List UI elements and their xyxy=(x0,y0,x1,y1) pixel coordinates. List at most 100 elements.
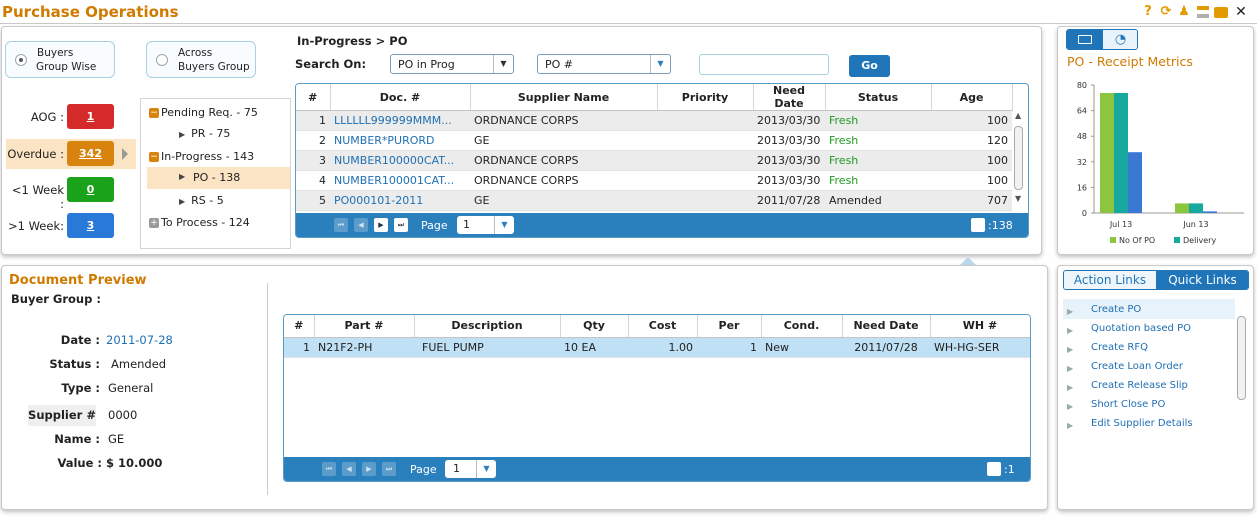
column-header[interactable]: Supplier Name xyxy=(470,84,658,111)
quick-link[interactable]: Short Close PO xyxy=(1091,399,1165,410)
table-row[interactable]: 3 NUMBER100000CAT... ORDNANCE CORPS 2013… xyxy=(296,150,1012,171)
tree-label: To Process - 124 xyxy=(161,216,250,229)
clock-search-icon[interactable]: ◔ xyxy=(1103,30,1137,49)
doc-link[interactable]: PO000101-2011 xyxy=(330,190,470,211)
column-header[interactable]: Description xyxy=(414,315,561,338)
last-page-icon[interactable]: ⏭ xyxy=(394,218,408,232)
tree-node-pending[interactable]: − Pending Req. - 75 xyxy=(149,106,258,119)
table-row[interactable]: 1 N21F2-PH FUEL PUMP 10 EA 1.00 1 New 20… xyxy=(284,337,1030,358)
column-header[interactable]: Need Date xyxy=(753,84,826,111)
refresh-icon[interactable]: ⟳ xyxy=(1158,4,1174,20)
column-header[interactable]: # xyxy=(296,84,331,111)
overdue-count-badge[interactable]: 342 xyxy=(67,141,114,166)
po-grid: # Doc. # Supplier Name Priority Need Dat… xyxy=(295,83,1029,238)
close-icon[interactable]: ✕ xyxy=(1233,4,1249,20)
tree-node-toprocess[interactable]: + To Process - 124 xyxy=(149,216,250,229)
column-header[interactable]: # xyxy=(284,315,315,338)
tree-node-inprogress[interactable]: − In-Progress - 143 xyxy=(149,150,254,163)
po-grid-scrollbar[interactable]: ▲ ▼ xyxy=(1012,109,1026,209)
quick-link[interactable]: Create Release Slip xyxy=(1091,380,1188,391)
prev-page-icon[interactable]: ◀ xyxy=(342,462,356,476)
chevron-down-icon[interactable]: ▼ xyxy=(493,55,513,73)
tab-action-links[interactable]: Action Links xyxy=(1064,271,1156,289)
buyers-group-wise-radio[interactable] xyxy=(15,54,27,66)
column-header[interactable]: Cost xyxy=(628,315,698,338)
page-select[interactable]: 1 ▼ xyxy=(445,460,496,478)
supplier-cell: GE xyxy=(470,130,657,151)
next-page-icon[interactable]: ▶ xyxy=(362,462,376,476)
chevron-down-icon[interactable]: ▼ xyxy=(494,216,514,234)
column-header[interactable]: Age xyxy=(931,84,1013,111)
first-page-icon[interactable]: ⏮ xyxy=(322,462,336,476)
links-scrollbar[interactable] xyxy=(1237,316,1246,400)
quick-link[interactable]: Create PO xyxy=(1091,304,1141,315)
bar-delivery xyxy=(1189,203,1203,213)
scroll-up-icon[interactable]: ▲ xyxy=(1015,111,1021,120)
table-row[interactable]: 1 LLLLLL999999MMM... ORDNANCE CORPS 2013… xyxy=(296,110,1012,131)
doc-link[interactable]: NUMBER100001CAT... xyxy=(330,170,470,191)
caret-right-icon: ▶ xyxy=(1067,421,1074,430)
cost-cell: 1.00 xyxy=(628,337,697,358)
help-icon[interactable]: ? xyxy=(1140,4,1156,20)
quick-link[interactable]: Create Loan Order xyxy=(1091,361,1183,372)
first-page-icon[interactable]: ⏮ xyxy=(334,218,348,232)
search-category-select[interactable]: PO in Prog ▼ xyxy=(390,54,514,74)
tree-node-po[interactable]: ▶ PO - 138 xyxy=(147,167,290,189)
column-header[interactable]: Priority xyxy=(657,84,754,111)
tree-node-pr[interactable]: ▶ PR - 75 xyxy=(179,127,230,140)
column-header[interactable]: Per xyxy=(697,315,762,338)
lt1week-label: <1 Week : xyxy=(11,183,64,211)
search-field-select[interactable]: PO # ▼ xyxy=(537,54,671,74)
prev-page-icon[interactable]: ◀ xyxy=(354,218,368,232)
column-header[interactable]: WH # xyxy=(930,315,1030,338)
scroll-thumb[interactable] xyxy=(1014,126,1023,190)
camera-icon[interactable] xyxy=(1213,4,1229,20)
option-label: Across xyxy=(178,47,213,59)
column-header[interactable]: Cond. xyxy=(761,315,843,338)
date-value[interactable]: 2011-07-28 xyxy=(106,333,173,347)
next-page-icon[interactable]: ▶ xyxy=(374,218,388,232)
gt1week-count-badge[interactable]: 3 xyxy=(67,213,114,238)
y-tick-label: 0 xyxy=(1082,209,1087,218)
user-settings-icon[interactable]: ♟ xyxy=(1176,4,1192,20)
list-view-icon[interactable] xyxy=(1067,30,1103,49)
overdue-row[interactable]: Overdue : 342 xyxy=(6,139,136,169)
table-row[interactable]: 5 PO000101-2011 GE 2011/07/28 Amended 70… xyxy=(296,190,1012,211)
last-page-icon[interactable]: ⏭ xyxy=(382,462,396,476)
scroll-down-icon[interactable]: ▼ xyxy=(1015,194,1021,203)
go-button[interactable]: Go xyxy=(849,55,890,77)
across-buyers-group-option[interactable]: Across Buyers Group xyxy=(146,41,256,78)
age-cell: 100 xyxy=(931,110,1012,131)
page-value: 1 xyxy=(463,218,470,231)
quick-link[interactable]: Quotation based PO xyxy=(1091,323,1191,334)
across-buyers-group-radio[interactable] xyxy=(156,54,168,66)
layout-icon[interactable] xyxy=(1195,4,1211,20)
buyers-group-wise-option[interactable]: Buyers Group Wise xyxy=(5,41,115,78)
column-header[interactable]: Status xyxy=(825,84,932,111)
doc-link[interactable]: NUMBER100000CAT... xyxy=(330,150,470,171)
chevron-down-icon[interactable]: ▼ xyxy=(650,55,670,73)
column-header[interactable]: Doc. # xyxy=(330,84,471,111)
collapse-icon[interactable]: − xyxy=(149,152,159,162)
splitter-handle-icon[interactable] xyxy=(960,257,976,265)
chevron-down-icon[interactable]: ▼ xyxy=(476,460,496,478)
quick-link[interactable]: Edit Supplier Details xyxy=(1091,418,1193,429)
quick-link[interactable]: Create RFQ xyxy=(1091,342,1148,353)
bar-delivery xyxy=(1114,93,1128,213)
table-row[interactable]: 4 NUMBER100001CAT... ORDNANCE CORPS 2013… xyxy=(296,170,1012,191)
column-header[interactable]: Part # xyxy=(314,315,415,338)
column-header[interactable]: Qty xyxy=(560,315,629,338)
doc-link[interactable]: NUMBER*PURORD xyxy=(330,130,470,151)
expand-icon[interactable]: + xyxy=(149,218,159,228)
collapse-icon[interactable]: − xyxy=(149,108,159,118)
table-row[interactable]: 2 NUMBER*PURORD GE 2013/03/30 Fresh 120 xyxy=(296,130,1012,151)
lt1week-count-badge[interactable]: 0 xyxy=(67,177,114,202)
aog-count-badge[interactable]: 1 xyxy=(67,104,114,129)
column-header[interactable]: Need Date xyxy=(842,315,931,338)
option-label: Group Wise xyxy=(36,61,97,73)
tree-node-rs[interactable]: ▶ RS - 5 xyxy=(179,194,224,207)
search-input[interactable] xyxy=(699,54,829,75)
page-select[interactable]: 1 ▼ xyxy=(457,216,514,234)
tab-quick-links[interactable]: Quick Links xyxy=(1156,271,1248,289)
doc-link[interactable]: LLLLLL999999MMM... xyxy=(330,110,470,131)
